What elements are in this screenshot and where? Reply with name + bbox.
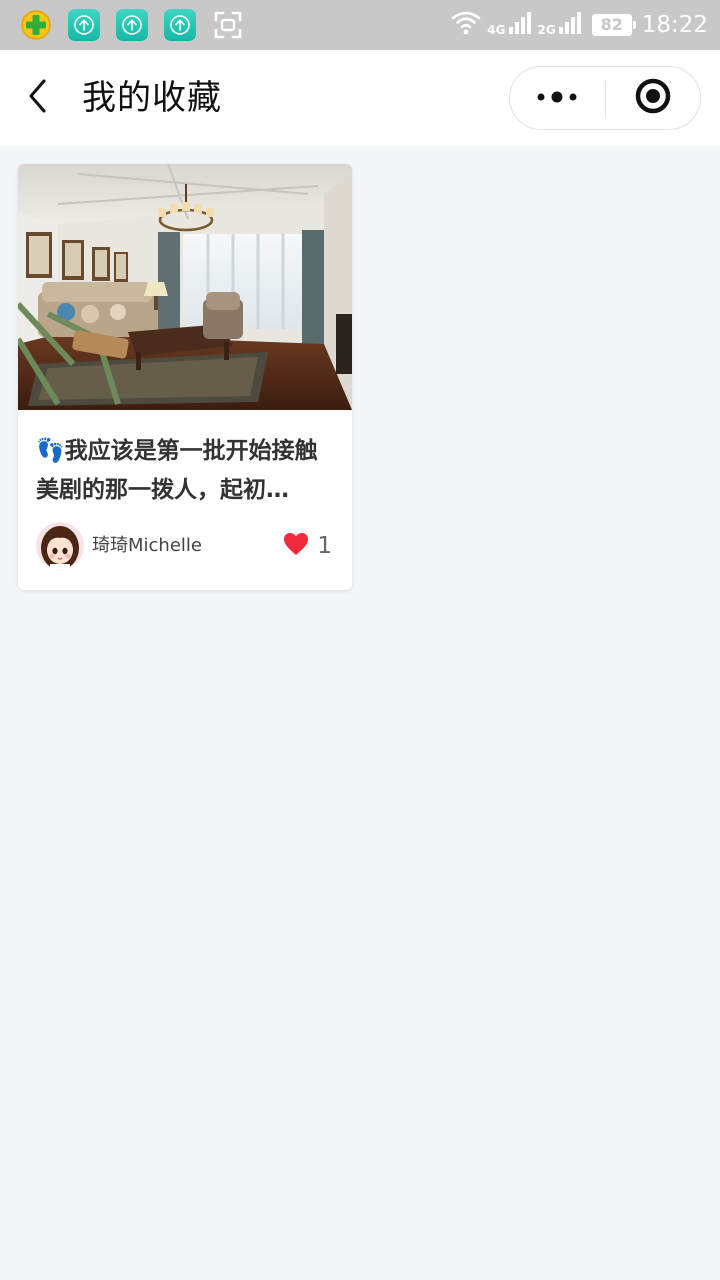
heart-icon (283, 532, 309, 560)
upload-arrow-icon (68, 9, 100, 41)
network-type-2: 2G (537, 23, 556, 37)
favorite-card[interactable]: 👣我应该是第一批开始接触美剧的那一拨人，起初… 琦琦Michelle 1 (18, 164, 352, 590)
living-room-photo (18, 164, 352, 410)
battery-icon: 82 (591, 14, 636, 36)
card-title: 👣我应该是第一批开始接触美剧的那一拨人，起初… (36, 438, 318, 503)
like-button[interactable]: 1 (283, 530, 332, 562)
network-type-1: 4G (487, 23, 506, 37)
signal-icon (558, 11, 582, 39)
signal-icon (508, 11, 532, 39)
status-time: 18:22 (641, 12, 708, 38)
page-title: 我的收藏 (82, 78, 222, 118)
avatar (36, 522, 84, 570)
upload-arrow-icon (164, 9, 196, 41)
mini-program-capsule (509, 66, 701, 130)
status-bar: 4G 2G 82 18:22 (0, 0, 720, 50)
upload-arrow-icon (116, 9, 148, 41)
close-mini-program-button[interactable] (606, 67, 700, 129)
battery-level: 82 (600, 15, 623, 34)
screenshot-icon (212, 9, 244, 41)
more-dots-icon (537, 89, 579, 108)
status-indicators: 4G 2G 82 18:22 (445, 0, 708, 50)
security-guard-icon (20, 9, 52, 41)
chevron-left-icon (26, 78, 50, 118)
wifi-icon (451, 10, 481, 40)
author-name: 琦琦Michelle (92, 535, 202, 556)
nav-bar: 我的收藏 (0, 50, 720, 146)
like-count: 1 (317, 533, 332, 559)
more-button[interactable] (510, 67, 606, 129)
back-button[interactable] (14, 74, 62, 122)
target-close-icon (634, 77, 672, 119)
